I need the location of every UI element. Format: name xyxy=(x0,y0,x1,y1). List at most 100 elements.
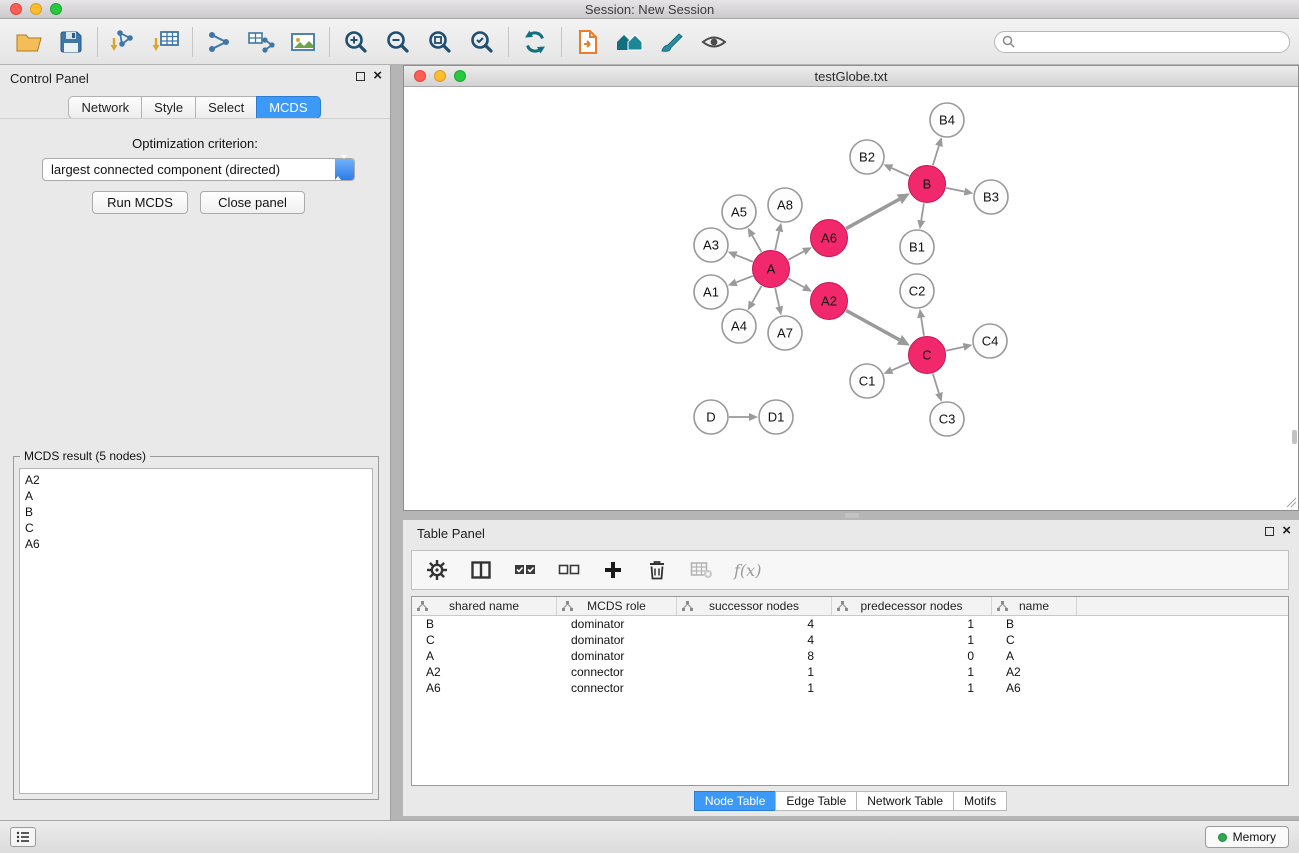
graph-edge-B-B1[interactable] xyxy=(917,203,925,229)
zoom-window-button[interactable] xyxy=(50,3,62,15)
graph-edge-A6-B[interactable] xyxy=(846,193,910,228)
graph-edge-B-B4[interactable] xyxy=(933,137,943,165)
graph-node-C1[interactable]: C1 xyxy=(850,364,884,398)
minimize-network-window-button[interactable] xyxy=(434,70,446,82)
close-table-panel-icon[interactable]: × xyxy=(1282,525,1291,537)
graph-node-A3[interactable]: A3 xyxy=(694,228,728,262)
graph-node-A[interactable]: A xyxy=(753,251,790,288)
close-panel-button[interactable]: Close panel xyxy=(200,191,305,214)
select-all-button[interactable] xyxy=(514,558,536,582)
column-header-shared-name[interactable]: shared name xyxy=(412,597,557,615)
resize-grip-icon[interactable] xyxy=(1285,496,1297,508)
graph-node-A4[interactable]: A4 xyxy=(722,309,756,343)
graph-edge-B-B2[interactable] xyxy=(883,164,909,176)
graph-node-A2[interactable]: A2 xyxy=(811,283,848,320)
graph-node-D[interactable]: D xyxy=(694,400,728,434)
minimize-window-button[interactable] xyxy=(30,3,42,15)
graph-edge-D-D1[interactable] xyxy=(729,413,758,421)
optimization-criterion-dropdown[interactable]: largest connected component (directed) xyxy=(42,158,355,181)
mcds-result-list[interactable]: A2ABCA6 xyxy=(19,468,373,794)
graph-node-A7[interactable]: A7 xyxy=(768,316,802,350)
style-brush-button[interactable] xyxy=(651,22,693,62)
horizontal-scrollbar-fragment[interactable] xyxy=(845,513,859,518)
graph-edge-C-C2[interactable] xyxy=(917,309,925,336)
graph-edge-A-A4[interactable] xyxy=(748,286,762,310)
zoom-network-window-button[interactable] xyxy=(454,70,466,82)
tab-network[interactable]: Network xyxy=(68,96,142,119)
graph-node-B4[interactable]: B4 xyxy=(930,103,964,137)
graph-edge-C-C4[interactable] xyxy=(946,343,972,351)
graph-edge-A-A8[interactable] xyxy=(775,223,783,250)
mcds-result-item[interactable]: B xyxy=(25,504,367,520)
add-row-button[interactable] xyxy=(602,558,624,582)
table-row[interactable]: A2connector11A2 xyxy=(412,664,1288,680)
graph-edge-A2-C[interactable] xyxy=(846,310,910,345)
float-panel-icon[interactable] xyxy=(356,72,365,81)
delete-table-button[interactable] xyxy=(690,558,712,582)
zoom-fit-button[interactable] xyxy=(419,22,461,62)
graph-node-A5[interactable]: A5 xyxy=(722,195,756,229)
show-columns-button[interactable] xyxy=(470,558,492,582)
graph-node-A8[interactable]: A8 xyxy=(768,188,802,222)
column-header-name[interactable]: name xyxy=(992,597,1077,615)
zoom-out-button[interactable] xyxy=(377,22,419,62)
delete-row-button[interactable] xyxy=(646,558,668,582)
open-session-button[interactable] xyxy=(8,22,50,62)
table-settings-button[interactable] xyxy=(426,558,448,582)
new-network-from-table-button[interactable] xyxy=(240,22,282,62)
graph-edge-A-A7[interactable] xyxy=(775,288,783,315)
mcds-result-item[interactable]: A xyxy=(25,488,367,504)
graph-node-B1[interactable]: B1 xyxy=(900,230,934,264)
graph-edge-C-C1[interactable] xyxy=(884,363,910,374)
table-row[interactable]: A6connector11A6 xyxy=(412,680,1288,696)
graph-node-B2[interactable]: B2 xyxy=(850,140,884,174)
home-button[interactable] xyxy=(609,22,651,62)
zoom-selected-button[interactable] xyxy=(461,22,503,62)
mcds-result-item[interactable]: A6 xyxy=(25,536,367,552)
graph-node-B[interactable]: B xyxy=(909,166,946,203)
mcds-result-item[interactable]: A2 xyxy=(25,472,367,488)
float-table-panel-icon[interactable] xyxy=(1265,527,1274,536)
tab-style[interactable]: Style xyxy=(141,96,196,119)
show-hide-button[interactable] xyxy=(693,22,735,62)
tab-mcds[interactable]: MCDS xyxy=(256,96,320,119)
table-row[interactable]: Cdominator41C xyxy=(412,632,1288,648)
search-input[interactable] xyxy=(994,31,1290,53)
graph-edge-A-A2[interactable] xyxy=(788,278,812,291)
tab-node-table[interactable]: Node Table xyxy=(694,791,777,811)
deselect-all-button[interactable] xyxy=(558,558,580,582)
graph-edge-C-C3[interactable] xyxy=(933,374,943,402)
tab-network-table[interactable]: Network Table xyxy=(856,791,954,811)
import-network-button[interactable] xyxy=(103,22,145,62)
new-network-button[interactable] xyxy=(198,22,240,62)
import-table-button[interactable] xyxy=(145,22,187,62)
graph-node-C[interactable]: C xyxy=(909,337,946,374)
graph-edge-A-A6[interactable] xyxy=(788,247,812,260)
task-history-button[interactable] xyxy=(10,827,36,847)
run-mcds-button[interactable]: Run MCDS xyxy=(92,191,188,214)
table-row[interactable]: Adominator80A xyxy=(412,648,1288,664)
tab-motifs[interactable]: Motifs xyxy=(953,791,1007,811)
graph-node-C4[interactable]: C4 xyxy=(973,324,1007,358)
table-row[interactable]: Bdominator41B xyxy=(412,616,1288,632)
graph-edge-A-A5[interactable] xyxy=(748,228,762,252)
network-canvas[interactable]: B4B2BB3A5A8A6B1A3AC2A1A2A4A7C4CC1C3DD1 xyxy=(404,87,1298,509)
zoom-in-button[interactable] xyxy=(335,22,377,62)
export-image-button[interactable] xyxy=(282,22,324,62)
tab-select[interactable]: Select xyxy=(195,96,257,119)
tab-edge-table[interactable]: Edge Table xyxy=(775,791,857,811)
graph-node-A1[interactable]: A1 xyxy=(694,275,728,309)
column-header-MCDS-role[interactable]: MCDS role xyxy=(557,597,677,615)
save-session-button[interactable] xyxy=(50,22,92,62)
graph-node-C3[interactable]: C3 xyxy=(930,402,964,436)
column-header-predecessor-nodes[interactable]: predecessor nodes xyxy=(832,597,992,615)
memory-button[interactable]: Memory xyxy=(1205,826,1289,848)
graph-node-C2[interactable]: C2 xyxy=(900,274,934,308)
open-recent-file-button[interactable] xyxy=(567,22,609,62)
close-panel-icon[interactable]: × xyxy=(373,70,382,82)
graph-node-A6[interactable]: A6 xyxy=(811,220,848,257)
vertical-scrollbar-fragment[interactable] xyxy=(1292,430,1297,444)
refresh-button[interactable] xyxy=(514,22,556,62)
graph-node-D1[interactable]: D1 xyxy=(759,400,793,434)
close-window-button[interactable] xyxy=(10,3,22,15)
